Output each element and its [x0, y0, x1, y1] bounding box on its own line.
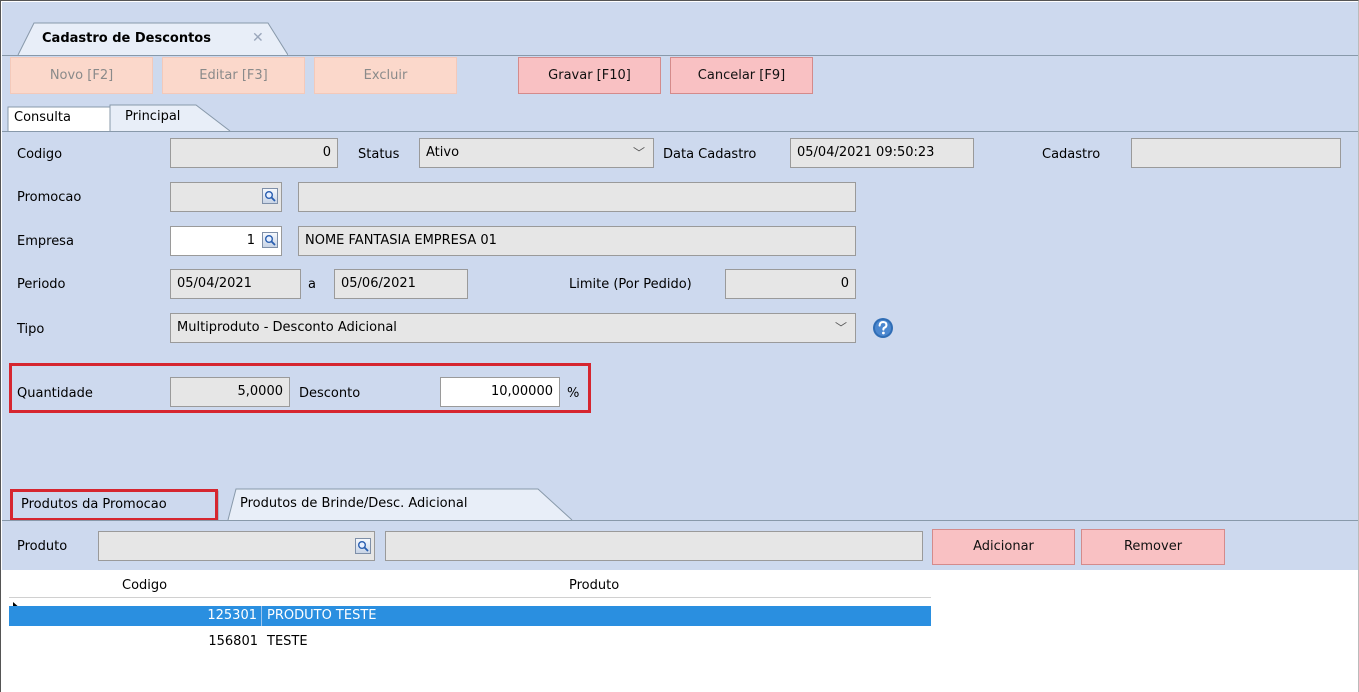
periodo-label: Periodo — [17, 277, 66, 292]
tab-produtos-brinde[interactable]: Produtos de Brinde/Desc. Adicional — [240, 495, 467, 513]
codigo-label: Codigo — [17, 147, 63, 162]
table-cell-produto: PRODUTO TESTE — [267, 608, 377, 623]
help-icon[interactable] — [872, 317, 894, 339]
produto-label: Produto — [17, 539, 68, 554]
tipo-select[interactable]: Multiproduto - Desconto Adicional ﹀ — [170, 313, 856, 343]
tab-consulta[interactable]: Consulta — [14, 109, 71, 127]
adicionar-button[interactable]: Adicionar — [932, 529, 1075, 565]
table-cell-codigo: 125301 — [9, 606, 262, 626]
codigo-field[interactable]: 0 — [170, 138, 338, 168]
tab-strip-line — [2, 55, 1358, 56]
novo-button[interactable]: Novo [F2] — [10, 57, 153, 94]
form-panel: Cadastro de Descontos ✕ Novo [F2] Editar… — [2, 2, 1358, 570]
data-cadastro-field[interactable]: 05/04/2021 09:50:23 — [790, 138, 974, 168]
excluir-button[interactable]: Excluir — [314, 57, 457, 94]
status-select[interactable]: Ativo ﹀ — [419, 138, 654, 168]
grid-column-codigo[interactable]: Codigo — [122, 578, 167, 598]
promocao-name-field[interactable] — [298, 182, 856, 212]
tab-produtos-promocao[interactable]: Produtos da Promocao — [21, 496, 167, 514]
search-icon — [265, 191, 276, 202]
gravar-button[interactable]: Gravar [F10] — [518, 57, 661, 94]
produto-name-field[interactable] — [385, 531, 923, 561]
grid-column-produto[interactable]: Produto — [569, 578, 619, 598]
periodo-start-field[interactable]: 05/04/2021 — [170, 269, 301, 299]
status-label: Status — [358, 147, 400, 162]
subtabs-line — [2, 520, 1358, 521]
limite-field[interactable]: 0 — [725, 269, 856, 299]
empresa-label: Empresa — [17, 234, 74, 249]
quantidade-field[interactable]: 5,0000 — [170, 377, 290, 407]
cadastro-label: Cadastro — [1042, 147, 1101, 162]
promocao-search-button[interactable] — [262, 188, 278, 204]
application-window: Cadastro de Descontos ✕ Novo [F2] Editar… — [0, 0, 1359, 692]
tipo-select-value: Multiproduto - Desconto Adicional — [177, 320, 397, 335]
table-row[interactable]: 125301 PRODUTO TESTE — [9, 606, 931, 626]
document-tab[interactable]: Cadastro de Descontos ✕ — [16, 21, 288, 55]
periodo-separator: a — [308, 277, 316, 292]
cancelar-button[interactable]: Cancelar [F9] — [670, 57, 813, 94]
empresa-name-field[interactable]: NOME FANTASIA EMPRESA 01 — [298, 226, 856, 256]
quantidade-label: Quantidade — [17, 386, 93, 401]
search-icon — [265, 235, 276, 246]
empresa-search-button[interactable] — [262, 232, 278, 248]
table-row[interactable]: 156801 TESTE — [9, 632, 931, 652]
data-cadastro-label: Data Cadastro — [663, 147, 757, 162]
table-cell-produto: TESTE — [267, 634, 308, 649]
promocao-label: Promocao — [17, 190, 82, 205]
grid-header: Codigo Produto — [9, 576, 931, 598]
desconto-unit: % — [567, 386, 580, 401]
status-select-value: Ativo — [426, 145, 460, 160]
produto-search-button[interactable] — [355, 538, 371, 554]
periodo-end-field[interactable]: 05/06/2021 — [334, 269, 468, 299]
main-tabs-line — [2, 131, 1358, 132]
limite-label: Limite (Por Pedido) — [569, 277, 692, 292]
produto-code-field[interactable] — [98, 531, 375, 561]
desconto-label: Desconto — [299, 386, 361, 401]
tab-principal[interactable]: Principal — [125, 108, 180, 126]
search-icon — [358, 541, 369, 552]
close-icon[interactable]: ✕ — [252, 30, 264, 46]
chevron-down-icon: ﹀ — [834, 321, 847, 335]
editar-button[interactable]: Editar [F3] — [162, 57, 305, 94]
remover-button[interactable]: Remover — [1081, 529, 1225, 565]
desconto-field[interactable]: 10,00000 — [440, 377, 560, 407]
chevron-down-icon: ﹀ — [632, 146, 645, 160]
document-tab-title: Cadastro de Descontos — [42, 31, 211, 46]
tipo-label: Tipo — [17, 322, 45, 337]
cadastro-field[interactable] — [1131, 138, 1341, 168]
table-cell-codigo: 156801 — [208, 634, 258, 649]
